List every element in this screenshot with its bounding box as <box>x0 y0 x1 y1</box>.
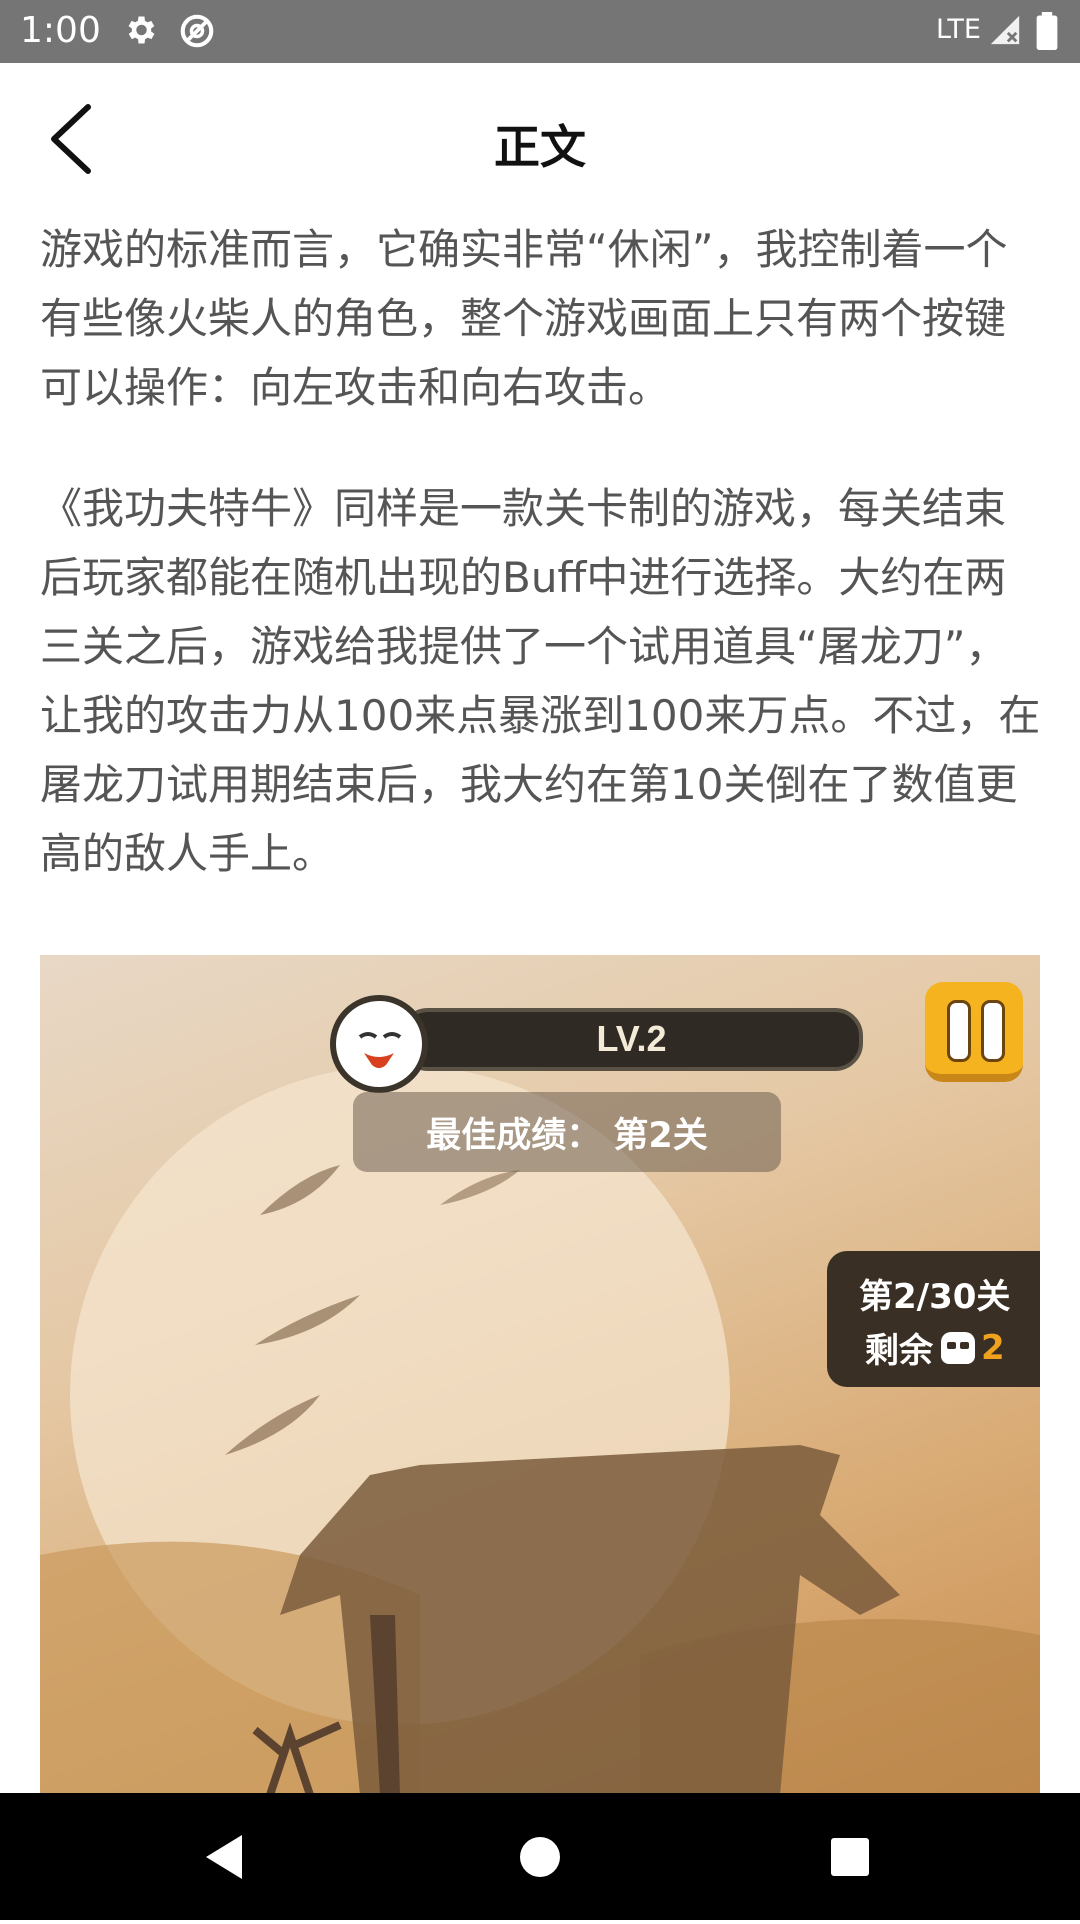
nav-back-button[interactable] <box>166 1793 286 1920</box>
pause-icon <box>947 1000 971 1062</box>
remaining-count: 2 <box>981 1327 1005 1368</box>
article-paragraph: 游戏的标准而言，它确实非常“休闲”，我控制着一个有些像火柴人的角色，整个游戏画面… <box>40 225 1008 412</box>
level-label: LV.2 <box>596 1018 667 1059</box>
network-type: LTE <box>936 14 981 45</box>
settings-icon <box>128 16 155 44</box>
avatar <box>330 995 428 1093</box>
enemy-skull-icon <box>941 1331 975 1364</box>
character-face-icon <box>358 1032 402 1068</box>
nav-home-icon <box>520 1837 560 1877</box>
signal-icon <box>990 15 1020 45</box>
stage-label: 第2/30关 <box>859 1277 1011 1317</box>
pause-button <box>925 982 1023 1082</box>
article-paragraph: 《我功夫特牛》同样是一款关卡制的游戏，每关结束后玩家都能在随机出现的Buff中进… <box>40 484 1041 878</box>
system-nav-bar <box>0 1793 1080 1920</box>
status-bar: 1:00 LTE <box>0 0 1080 63</box>
level-bar: LV.2 <box>400 1008 863 1071</box>
status-time: 1:00 <box>20 10 101 51</box>
data-saver-icon <box>180 14 214 48</box>
stage-info-panel: 第2/30关 剩余 2 <box>827 1251 1040 1387</box>
best-score-badge: 最佳成绩： 第2关 <box>353 1092 781 1172</box>
nav-recents-icon <box>831 1838 869 1876</box>
page-title: 正文 <box>494 120 586 174</box>
game-screenshot-image: LV.2 最佳成绩： 第2关 第2/30关 剩余 2 <box>40 955 1040 1795</box>
battery-icon <box>1036 12 1058 50</box>
nav-back-icon <box>206 1835 242 1879</box>
app-bar: 正文 <box>0 63 1080 209</box>
nav-recents-button[interactable] <box>790 1793 910 1920</box>
article-body: 游戏的标准而言，它确实非常“休闲”，我控制着一个有些像火柴人的角色，整个游戏画面… <box>40 215 1045 888</box>
nav-home-button[interactable] <box>480 1793 600 1920</box>
remaining-label: 剩余 <box>865 1331 933 1371</box>
